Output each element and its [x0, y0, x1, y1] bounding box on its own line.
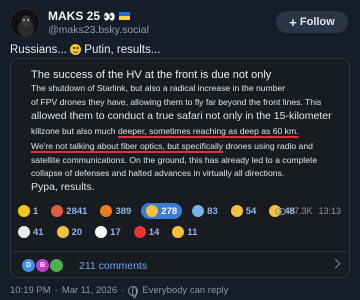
commenter-avatar-1: D [21, 258, 36, 273]
plus-icon: + [289, 14, 297, 30]
card-line-4: killzone but also much deeper, sometimes… [31, 126, 299, 136]
card-line-3: allowed them to conduct a true safari no… [31, 110, 332, 122]
reaction-count: 54 [245, 205, 257, 217]
avatar[interactable] [10, 8, 40, 38]
commenter-avatar-2: B [35, 258, 50, 273]
separator-dot: · [54, 285, 58, 296]
post-time: 13:13 [318, 206, 341, 216]
commenter-avatar-3 [49, 258, 64, 273]
reaction-count: 2841 [66, 205, 88, 217]
post-meta: 87.3K 13:13 [274, 203, 341, 219]
card-line-1: The shutdown of Starlink, but also a rad… [31, 83, 286, 93]
eyes-icon: 👀 [103, 12, 115, 23]
reaction-count: 11 [187, 226, 198, 238]
author-name-text: MAKS 25 [48, 9, 101, 23]
reaction-count: 389 [115, 205, 132, 217]
post-footer: 10:19 PM · Mar 11, 2026 · Everybody can … [10, 285, 228, 298]
party-face-icon [56, 226, 69, 238]
comments-bar[interactable]: D B 211 comments [11, 251, 349, 277]
footer-date: Mar 11, 2026 [61, 285, 118, 296]
reaction-angry-face[interactable]: 2841 [48, 203, 90, 219]
card-line-5: We're not talking about fiber optics, bu… [31, 141, 313, 151]
reaction-fire[interactable]: 389 [97, 203, 134, 219]
reaction-eyes[interactable]: 17 [92, 224, 124, 240]
reaction-clown[interactable]: 41 [15, 224, 47, 240]
shocked-face-icon [192, 205, 205, 217]
card-line-2: of FPV drones they have, allowing them t… [31, 97, 322, 107]
card-line-7: collapse of defenses and halted advances… [31, 168, 285, 178]
follow-button[interactable]: + Follow [276, 11, 348, 33]
reaction-count: 14 [148, 226, 160, 238]
card-line-4-underlined: deeper, sometimes reaching as deep as 60… [117, 126, 299, 136]
reaction-count: 20 [71, 226, 83, 238]
post-text-tail: Putin, results... [81, 44, 161, 56]
laughing-face-icon [146, 205, 159, 217]
reaction-shocked-face[interactable]: 83 [189, 203, 221, 219]
globe-icon [128, 285, 139, 298]
author-handle[interactable]: @maks23.bsky.social [48, 24, 149, 36]
reply-setting[interactable]: Everybody can reply [142, 285, 228, 296]
reaction-count: 1 [33, 205, 39, 217]
reaction-thumbs-up[interactable]: 54 [228, 203, 260, 219]
follow-button-label: Follow [299, 16, 335, 28]
reaction-count: 41 [33, 226, 44, 238]
hundred-icon [133, 226, 146, 238]
clown-icon [18, 226, 30, 238]
reaction-tears-face[interactable]: 11 [169, 224, 200, 240]
post-text-head: Russians... [10, 44, 71, 56]
reaction-count: 278 [161, 205, 178, 217]
card-line-8: Pypa, results. [31, 181, 95, 193]
author-name[interactable]: MAKS 25 👀 [48, 9, 131, 23]
card-line-6: satellite communications. On the ground,… [31, 155, 318, 165]
post-header: MAKS 25 👀 @maks23.bsky.social + Follow [0, 0, 360, 40]
angry-face-icon [51, 205, 64, 217]
ukraine-flag-icon [119, 12, 131, 20]
grinning-face-icon [70, 44, 82, 55]
reaction-hundred[interactable]: 14 [131, 224, 163, 240]
reactions-row-2: 41 20 17 14 11 [15, 224, 207, 240]
card-line-5-underlined: We're not talking about fiber optics, bu… [31, 141, 224, 151]
comments-link[interactable]: 211 comments [79, 260, 147, 272]
separator-dot: · [121, 285, 125, 296]
reaction-star[interactable]: 1 [15, 203, 41, 219]
chevron-right-icon[interactable] [330, 258, 341, 269]
reaction-count: 83 [207, 205, 218, 217]
reactions-row-1: 1 2841 389 278 83 54 48 [15, 203, 305, 219]
star-icon [18, 205, 30, 217]
card-line-4-pre: killzone but also much [31, 126, 118, 136]
reaction-laughing-face[interactable]: 278 [141, 203, 183, 219]
card-line-5-post: drones using radio and [223, 141, 313, 151]
fire-icon [100, 205, 113, 217]
eyes-icon [95, 226, 108, 238]
views-count: 87.3K [288, 206, 313, 216]
post-text: Russians... Putin, results... [10, 44, 160, 56]
thumbs-up-icon [230, 205, 243, 217]
views-icon [274, 207, 286, 215]
card-title: The success of the HV at the front is du… [31, 69, 272, 81]
tears-face-icon [172, 226, 185, 238]
reaction-count: 17 [110, 226, 121, 238]
reaction-party-face[interactable]: 20 [54, 224, 86, 240]
avatar-image [11, 9, 39, 37]
footer-time: 10:19 PM [10, 285, 51, 296]
quoted-image-card[interactable]: The success of the HV at the front is du… [10, 58, 350, 278]
